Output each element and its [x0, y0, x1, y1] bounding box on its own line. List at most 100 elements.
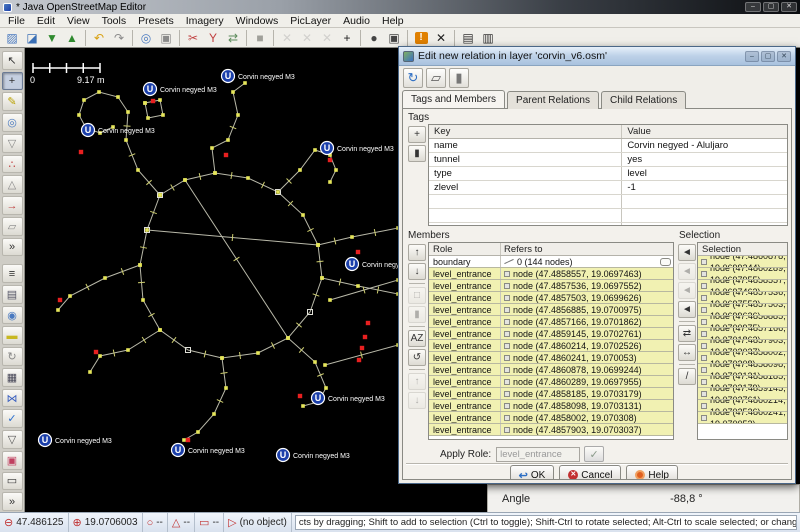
- menu-file[interactable]: File: [2, 14, 31, 28]
- way-node[interactable]: [103, 276, 107, 280]
- way-node[interactable]: [124, 138, 128, 142]
- filter-panel-button[interactable]: ▽: [2, 430, 23, 449]
- way-node[interactable]: [313, 148, 317, 152]
- apply-role-input[interactable]: [496, 447, 580, 462]
- way-node[interactable]: [328, 298, 332, 302]
- way-node[interactable]: [158, 98, 162, 102]
- remove-member-button[interactable]: ▮: [408, 306, 426, 323]
- placeholder-tool-button[interactable]: ■: [250, 29, 270, 47]
- validator-panel-button[interactable]: ⋈: [2, 389, 23, 408]
- way-node[interactable]: [231, 90, 235, 94]
- way-path[interactable]: [212, 83, 245, 173]
- way-path[interactable]: [278, 150, 336, 192]
- selected-entrance-node[interactable]: [357, 358, 361, 362]
- sort-members-button[interactable]: AZ: [408, 330, 426, 347]
- add-all-at-end-button[interactable]: ◄: [678, 301, 696, 318]
- wrench-2-button[interactable]: ✕: [297, 29, 317, 47]
- delete-button[interactable]: ✕: [431, 29, 451, 47]
- selection-row[interactable]: node (47.4858098, 19.0703131): [698, 364, 787, 376]
- changeset-panel-button[interactable]: ▣: [2, 451, 23, 470]
- way-node[interactable]: [212, 412, 216, 416]
- menu-imagery[interactable]: Imagery: [180, 14, 230, 28]
- minimize-button[interactable]: –: [745, 2, 761, 12]
- member-row[interactable]: level_entrancenode (47.4857503, 19.06996…: [429, 292, 673, 304]
- menu-presets[interactable]: Presets: [132, 14, 180, 28]
- download-incomplete-button[interactable]: /: [678, 368, 696, 385]
- help-button[interactable]: Help: [626, 465, 678, 480]
- way-path[interactable]: [184, 358, 226, 440]
- selected-entrance-node[interactable]: [360, 346, 364, 350]
- tag-row[interactable]: typelevel: [429, 167, 787, 181]
- menu-windows[interactable]: Windows: [230, 14, 285, 28]
- pan-hand-button[interactable]: +: [337, 29, 357, 47]
- apply-role-confirm-button[interactable]: ✓: [584, 446, 604, 462]
- member-row[interactable]: level_entrancenode (47.4859145, 19.07027…: [429, 328, 673, 340]
- more-panels-button[interactable]: »: [2, 492, 23, 511]
- tags-key-header[interactable]: Key: [429, 125, 622, 138]
- dialog-minimize-button[interactable]: –: [745, 51, 759, 62]
- tag-row[interactable]: tunnelyes: [429, 153, 787, 167]
- member-row-boundary[interactable]: boundary0 (144 nodes): [429, 256, 673, 268]
- way-node[interactable]: [196, 430, 200, 434]
- delete-tag-button[interactable]: ▮: [408, 145, 426, 162]
- way-path[interactable]: [79, 92, 160, 195]
- more-tools-button[interactable]: »: [2, 238, 23, 257]
- way-node[interactable]: [286, 336, 290, 340]
- add-tag-button[interactable]: +: [408, 126, 426, 143]
- add-all-at-start-button[interactable]: ◄: [678, 244, 696, 261]
- way-node[interactable]: [116, 95, 120, 99]
- selected-entrance-node[interactable]: [328, 158, 332, 162]
- menu-tools[interactable]: Tools: [96, 14, 133, 28]
- ok-button[interactable]: ↩ OK: [510, 465, 555, 480]
- move-member-down-button[interactable]: ↓: [408, 392, 426, 409]
- way-node[interactable]: [126, 110, 130, 114]
- way-node[interactable]: [226, 138, 230, 142]
- way-node[interactable]: [141, 298, 145, 302]
- add-selected-below-button[interactable]: ↓: [408, 263, 426, 280]
- way-node[interactable]: [323, 363, 327, 367]
- way-node[interactable]: [320, 276, 324, 280]
- car-routing-button[interactable]: ●: [364, 29, 384, 47]
- dialog-close-button[interactable]: ✕: [777, 51, 791, 62]
- tab-tags-and-members[interactable]: Tags and Members: [402, 90, 505, 108]
- selected-entrance-node[interactable]: [151, 99, 155, 103]
- member-row[interactable]: level_entrancenode (47.4860878, 19.06992…: [429, 364, 673, 376]
- move-member-up-button[interactable]: ↑: [408, 373, 426, 390]
- splice-tool-button[interactable]: ✂: [183, 29, 203, 47]
- way-path[interactable]: [318, 228, 398, 245]
- selected-entrance-node[interactable]: [58, 298, 62, 302]
- way-node[interactable]: [98, 354, 102, 358]
- move-tool-button[interactable]: +: [2, 72, 23, 91]
- way-node[interactable]: [158, 328, 162, 332]
- improve-way-tool-button[interactable]: ∴: [2, 155, 23, 174]
- selected-entrance-node[interactable]: [363, 335, 367, 339]
- menu-piclayer[interactable]: PicLayer: [284, 14, 337, 28]
- check-panel-button[interactable]: ✓: [2, 409, 23, 428]
- member-row[interactable]: level_entrancenode (47.4858185, 19.07031…: [429, 388, 673, 400]
- selection-row[interactable]: node (47.4860214, 19.0702526): [698, 400, 787, 412]
- tag-row[interactable]: [429, 195, 787, 209]
- way-node[interactable]: [143, 101, 147, 105]
- selected-entrance-node[interactable]: [356, 250, 360, 254]
- marker-panel-button[interactable]: ▤: [2, 285, 23, 304]
- extrude-tool-button[interactable]: ▱: [2, 217, 23, 236]
- delete-relation-button[interactable]: ▮: [449, 68, 469, 88]
- transit-routing-button[interactable]: ▣: [384, 29, 404, 47]
- way-node[interactable]: [213, 171, 217, 175]
- way-node[interactable]: [301, 213, 305, 217]
- add-before-button[interactable]: ◄: [678, 263, 696, 280]
- refresh-relation-button[interactable]: ↻: [403, 68, 423, 88]
- selection-row[interactable]: node (47.4860241, 19.070053): [698, 412, 787, 424]
- way-node[interactable]: [256, 351, 260, 355]
- selection-row[interactable]: node (47.4858185, 19.0703179): [698, 376, 787, 388]
- way-path[interactable]: [90, 330, 160, 372]
- way-node[interactable]: [236, 113, 240, 117]
- selection-table[interactable]: Selection node (47.4860878, 19.0699244)n…: [697, 242, 788, 440]
- angle-tool-button[interactable]: △: [2, 175, 23, 194]
- selection-row[interactable]: node (47.4857536, 19.0697552): [698, 292, 787, 304]
- adjacent-nodes-button[interactable]: ⇄: [678, 325, 696, 342]
- selection-row[interactable]: node (47.4857903, 19.0703037): [698, 340, 787, 352]
- selection-row[interactable]: node (47.4857166, 19.0701862): [698, 328, 787, 340]
- tag-row[interactable]: [429, 209, 787, 223]
- way-node[interactable]: [161, 113, 165, 117]
